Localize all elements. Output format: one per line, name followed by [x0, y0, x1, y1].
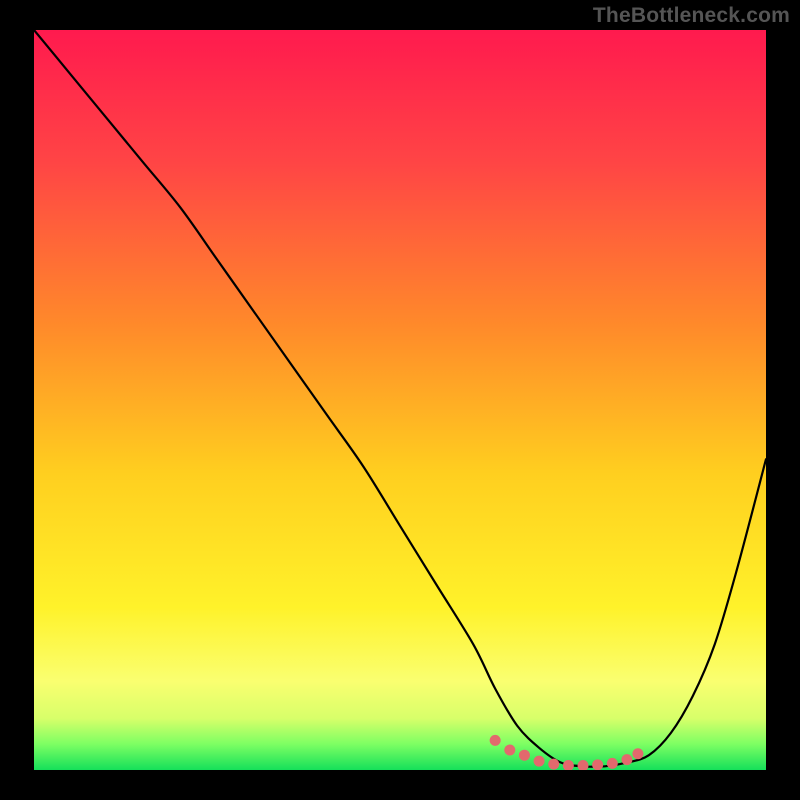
gradient-background — [34, 30, 766, 770]
marker-point — [534, 756, 545, 767]
marker-point — [607, 758, 618, 769]
bottleneck-chart — [34, 30, 766, 770]
marker-point — [519, 750, 530, 761]
plot-area — [34, 30, 766, 770]
marker-point — [490, 735, 501, 746]
marker-point — [504, 745, 515, 756]
marker-point — [621, 754, 632, 765]
marker-point — [632, 748, 643, 759]
marker-point — [548, 759, 559, 770]
marker-point — [592, 759, 603, 770]
chart-frame: TheBottleneck.com — [0, 0, 800, 800]
watermark-text: TheBottleneck.com — [593, 4, 790, 28]
